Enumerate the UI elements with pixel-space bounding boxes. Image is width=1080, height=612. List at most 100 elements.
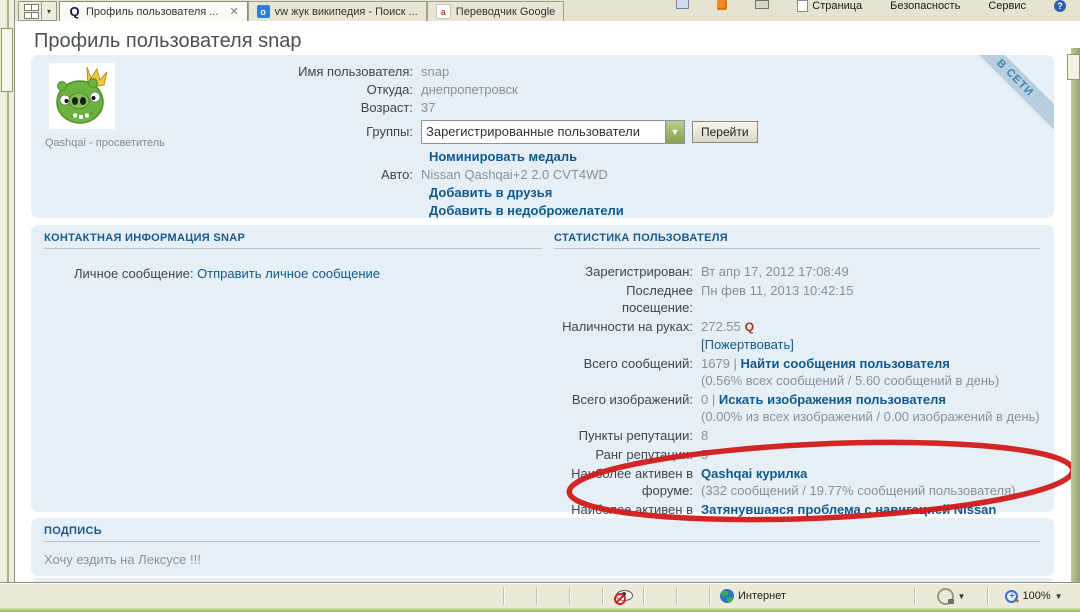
field-value: 37 — [421, 99, 435, 117]
stat-value: 8 — [701, 427, 1040, 444]
nominate-medal-link[interactable]: Номинировать медаль — [429, 148, 577, 166]
tools-menu-label: Сервис — [988, 0, 1026, 12]
stat-row-reputation-rank: Ранг репутации: 5 — [554, 446, 1040, 463]
tab-title: Переводчик Google — [456, 6, 556, 18]
stat-note: (332 сообщений / 19.77% сообщений пользо… — [701, 482, 1040, 499]
section-divider — [44, 248, 542, 249]
stat-row-reputation-points: Пункты репутации: 8 — [554, 427, 1040, 444]
tab-search[interactable]: o vw жук википедия - Поиск ... — [248, 1, 427, 21]
safety-menu[interactable]: Безопасность — [890, 0, 960, 12]
stat-label: Последнее посещение: — [554, 282, 701, 316]
browser-window: ▾ Q Профиль пользователя ... ✕ o vw жук … — [0, 0, 1080, 612]
stat-row-total-images: Всего изображений: 0 | Искать изображени… — [554, 391, 1040, 425]
stat-label: Всего сообщений: — [554, 355, 701, 389]
stat-note: (0.56% всех сообщений / 5.60 сообщений в… — [701, 372, 1040, 389]
stats-header: СТАТИСТИКА ПОЛЬЗОВАТЕЛЯ — [554, 232, 1040, 244]
groups-selected-value: Зарегистрированные пользователи — [422, 123, 665, 141]
online-badge: В СЕТИ — [949, 55, 1054, 144]
send-pm-link[interactable]: Отправить личное сообщение — [197, 266, 380, 281]
status-bar: Интернет ▼ + 100% ▼ — [0, 582, 1080, 609]
quick-tabs-button[interactable] — [18, 1, 42, 21]
find-images-link[interactable]: Искать изображения пользователя — [719, 392, 946, 407]
stat-label: Наличности на руках: — [554, 318, 701, 353]
blocked-content-icon — [614, 589, 632, 603]
stat-row-registered: Зарегистрирован: Вт апр 17, 2012 17:08:4… — [554, 263, 1040, 280]
stat-row-last-visit: Последнее посещение: Пн фев 11, 2013 10:… — [554, 282, 1040, 316]
status-cell — [569, 587, 602, 605]
contact-header: КОНТАКТНАЯ ИНФОРМАЦИЯ SNAP — [44, 232, 542, 244]
page-title: Профиль пользователя snap — [34, 30, 301, 53]
tab-translate[interactable]: а Переводчик Google — [427, 1, 565, 21]
field-value: днепропетровск — [421, 81, 518, 99]
field-label: Возраст: — [31, 99, 421, 117]
pm-row: Личное сообщение: Отправить личное сообщ… — [74, 265, 542, 282]
close-tab-icon[interactable]: ✕ — [229, 5, 238, 18]
find-posts-link[interactable]: Найти сообщения пользователя — [741, 356, 950, 371]
select-dropdown-icon[interactable]: ▼ — [665, 121, 684, 143]
tab-profile[interactable]: Q Профиль пользователя ... ✕ — [59, 1, 248, 21]
status-cell — [536, 587, 569, 605]
auto-label: Авто: — [31, 166, 421, 184]
cash-amount: 272.55 — [701, 319, 741, 334]
stat-label: Пункты репутации: — [554, 427, 701, 444]
stat-value: Qashqai курилка (332 сообщений / 19.77% … — [701, 465, 1040, 499]
home-button[interactable] — [676, 0, 689, 9]
stat-row-cash: Наличности на руках: 272.55 Q [Пожертвова… — [554, 318, 1040, 353]
zoom-control[interactable]: + 100% ▼ — [987, 587, 1080, 605]
groups-row: Группы: Зарегистрированные пользователи … — [31, 120, 964, 144]
stat-label: Зарегистрирован: — [554, 263, 701, 280]
active-forum-link[interactable]: Qashqai курилка — [701, 466, 807, 481]
privacy-report-cell[interactable] — [602, 587, 643, 605]
scroll-up-fragment — [1067, 54, 1080, 80]
profile-fields: Имя пользователя: snap Откуда: днепропет… — [31, 63, 964, 218]
section-divider — [44, 541, 1040, 542]
stat-note: (0.00% из всех изображений / 0.00 изобра… — [701, 408, 1040, 425]
page-menu-label: Страница — [812, 0, 862, 12]
auto-row: Авто: Nissan Qashqai+2 2.0 CVT4WD — [31, 166, 964, 184]
section-divider — [554, 248, 1040, 249]
help-button[interactable]: ? — [1054, 0, 1066, 12]
security-zone-indicator[interactable]: Интернет — [709, 587, 914, 605]
zoom-level: 100% — [1022, 590, 1050, 602]
stat-value: Вт апр 17, 2012 17:08:49 — [701, 263, 1040, 280]
translate-favicon: а — [436, 4, 451, 19]
go-button[interactable]: Перейти — [692, 121, 758, 143]
stats-section: СТАТИСТИКА ПОЛЬЗОВАТЕЛЯ Зарегистрирован:… — [554, 232, 1040, 554]
field-label: Откуда: — [31, 81, 421, 99]
auto-value: Nissan Qashqai+2 2.0 CVT4WD — [421, 166, 608, 184]
images-count: 0 | — [701, 392, 715, 407]
safety-menu-label: Безопасность — [890, 0, 960, 12]
groups-select[interactable]: Зарегистрированные пользователи ▼ — [421, 120, 685, 144]
command-bar: Страница Безопасность Сервис ? — [676, 0, 1080, 21]
taskbar-edge — [0, 608, 1080, 612]
page-menu[interactable]: Страница — [797, 0, 862, 12]
stat-value: Пн фев 11, 2013 10:42:15 — [701, 282, 1040, 316]
signature-panel: ПОДПИСЬ Хочу ездить на Лексусе !!! — [31, 518, 1054, 576]
add-foe-link[interactable]: Добавить в недоброжелатели — [429, 202, 624, 218]
stat-value: 1679 | Найти сообщения пользователя (0.5… — [701, 355, 1040, 389]
donate-link[interactable]: [Пожертвовать] — [701, 337, 794, 352]
info-panel: КОНТАКТНАЯ ИНФОРМАЦИЯ SNAP Личное сообще… — [31, 225, 1054, 512]
print-button[interactable] — [755, 0, 769, 9]
tab-title: vw жук википедия - Поиск ... — [275, 6, 418, 18]
stat-label: Наиболее активен в форуме: — [554, 465, 701, 499]
add-friend-link[interactable]: Добавить в друзья — [429, 184, 552, 202]
field-row: Имя пользователя: snap — [31, 63, 964, 81]
protected-mode-cell[interactable]: ▼ — [914, 587, 987, 605]
currency-icon: Q — [745, 320, 754, 334]
signature-text: Хочу ездить на Лексусе !!! — [44, 552, 201, 567]
browser-tab-bar: ▾ Q Профиль пользователя ... ✕ o vw жук … — [15, 0, 1080, 22]
stat-label: Всего изображений: — [554, 391, 701, 425]
contact-section: КОНТАКТНАЯ ИНФОРМАЦИЯ SNAP Личное сообще… — [44, 232, 542, 282]
chevron-down-icon: ▼ — [1055, 592, 1063, 601]
forum-favicon: Q — [68, 5, 81, 18]
feeds-button[interactable] — [717, 0, 727, 10]
signature-header: ПОДПИСЬ — [44, 525, 1040, 537]
field-row: Откуда: днепропетровск — [31, 81, 964, 99]
posts-count: 1679 | — [701, 356, 737, 371]
tools-menu[interactable]: Сервис — [988, 0, 1026, 12]
pm-label: Личное сообщение: — [74, 266, 193, 281]
tab-list-dropdown[interactable]: ▾ — [42, 1, 57, 21]
page-content: Профиль пользователя snap В СЕТИ — [15, 21, 1080, 582]
chevron-down-icon: ▼ — [958, 592, 966, 601]
